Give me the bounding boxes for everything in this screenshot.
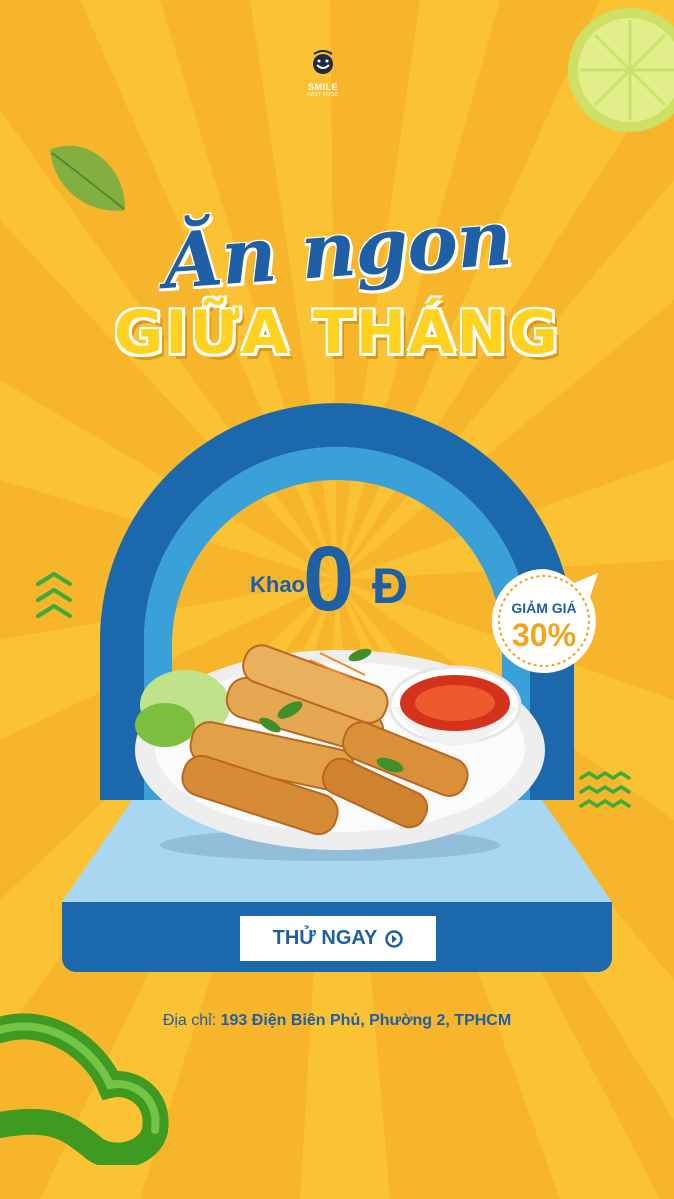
wave-decoration-icon [579,770,631,809]
address-line: Địa chỉ: 193 Điện Biên Phủ, Phường 2, TP… [0,1012,674,1030]
promo-poster: SMILE FAST FOOD Ăn ngon GIỮA THÁNG Khao … [0,0,674,1199]
chevron-up-decoration-icon [36,572,72,618]
discount-value: 30% [511,617,577,653]
address-value: 193 Điện Biên Phủ, Phường 2, TPHCM [220,1012,512,1029]
offer-amount: 0 [303,528,355,630]
address-label: Địa chỉ: [162,1012,217,1029]
arrow-right-circle-icon [385,929,404,948]
try-now-label: THỬ NGAY [272,927,378,949]
offer-currency: Đ [372,558,409,614]
spring-rolls-dish-image [135,644,545,861]
try-now-button[interactable]: THỬ NGAY [240,916,436,961]
offer-prefix: Khao [250,572,305,597]
discount-label: GIẢM GIÁ [511,600,577,616]
